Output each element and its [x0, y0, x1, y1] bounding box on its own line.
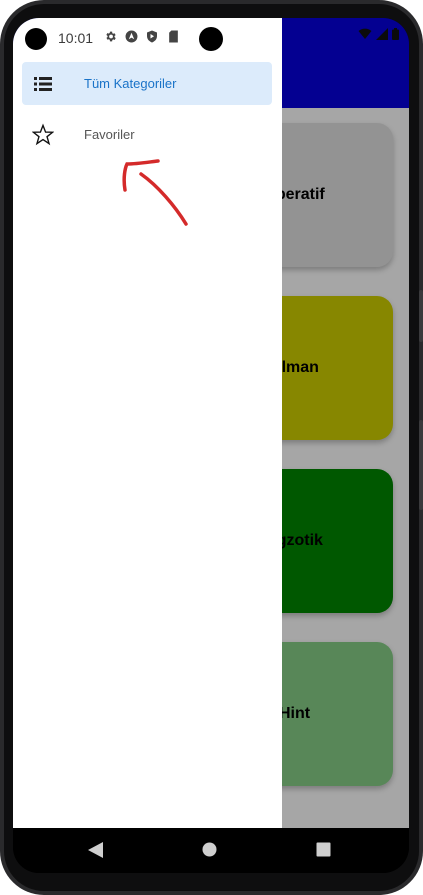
home-button[interactable] — [202, 842, 217, 857]
sd-card-icon — [166, 29, 180, 43]
system-navigation-bar — [13, 828, 409, 873]
drawer-item-all-categories[interactable]: Tüm Kategoriler — [22, 62, 272, 105]
front-camera — [199, 27, 223, 51]
star-icon — [32, 123, 54, 146]
navigation-icon — [124, 29, 138, 43]
power-button — [419, 420, 423, 510]
status-time: 10:01 — [58, 30, 94, 46]
screen: Aperatif Alman Egzotik Hint 10:01 Tüm Ka… — [13, 18, 409, 873]
navigation-drawer: 10:01 Tüm Kategoriler Favoriler — [13, 18, 282, 828]
back-button[interactable] — [88, 842, 103, 858]
drawer-item-favorites[interactable]: Favoriler — [22, 113, 272, 156]
shield-icon — [145, 29, 159, 43]
drawer-item-label: Tüm Kategoriler — [84, 76, 177, 91]
settings-icon — [103, 29, 117, 43]
annotation-arrow — [122, 159, 188, 226]
phone-frame: Aperatif Alman Egzotik Hint 10:01 Tüm Ka… — [0, 0, 423, 895]
camera-cutout — [25, 28, 47, 50]
status-icons-left — [103, 29, 180, 43]
drawer-item-label: Favoriler — [84, 127, 135, 142]
list-icon — [32, 73, 54, 95]
volume-button — [419, 290, 423, 342]
recents-button[interactable] — [316, 842, 331, 857]
status-bar: 10:01 — [13, 18, 282, 58]
